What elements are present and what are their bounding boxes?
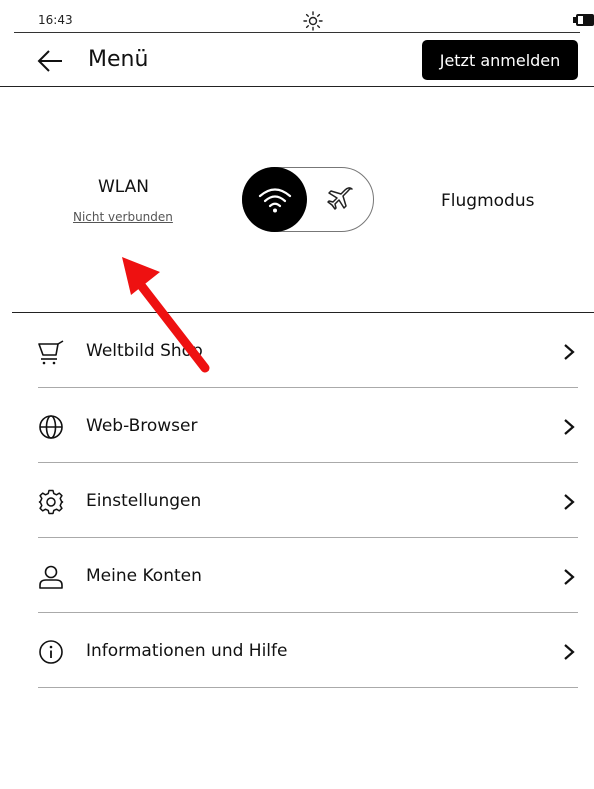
menu-item-label: Weltbild Shop — [86, 341, 203, 361]
chevron-right-icon — [564, 569, 575, 585]
info-icon — [39, 640, 63, 664]
menu-item-browser[interactable]: Web-Browser — [38, 388, 578, 463]
wlan-flight-toggle[interactable] — [242, 167, 374, 232]
arrow-left-icon[interactable] — [37, 49, 63, 73]
gear-icon — [38, 489, 64, 515]
sun-icon — [303, 11, 323, 31]
status-time: 16:43 — [38, 13, 73, 27]
connection-panel: WLAN Nicht verbunden Flugmodus — [0, 87, 594, 312]
app-header: Menü Jetzt anmelden — [0, 33, 594, 87]
chevron-right-icon — [564, 344, 575, 360]
cart-icon — [38, 340, 64, 365]
menu-item-shop[interactable]: Weltbild Shop — [38, 313, 578, 388]
chevron-right-icon — [564, 644, 575, 660]
status-bar: 16:43 — [0, 0, 594, 32]
page-title: Menü — [88, 47, 149, 72]
airplane-icon — [327, 187, 353, 210]
user-icon — [39, 565, 63, 589]
menu-item-label: Web-Browser — [86, 416, 198, 436]
menu-item-info[interactable]: Informationen und Hilfe — [38, 613, 578, 688]
flight-mode-label: Flugmodus — [441, 191, 535, 211]
menu-item-settings[interactable]: Einstellungen — [38, 463, 578, 538]
login-button[interactable]: Jetzt anmelden — [422, 40, 578, 80]
chevron-right-icon — [564, 494, 575, 510]
battery-icon — [573, 14, 594, 26]
wlan-label: WLAN — [98, 177, 150, 197]
menu-item-label: Einstellungen — [86, 491, 202, 511]
wlan-status-link[interactable]: Nicht verbunden — [73, 210, 173, 224]
menu-item-accounts[interactable]: Meine Konten — [38, 538, 578, 613]
chevron-right-icon — [564, 419, 575, 435]
globe-icon — [39, 415, 63, 439]
menu-item-label: Meine Konten — [86, 566, 202, 586]
wlan-knob — [242, 167, 307, 232]
wifi-icon — [258, 187, 291, 212]
menu-item-label: Informationen und Hilfe — [86, 641, 288, 661]
